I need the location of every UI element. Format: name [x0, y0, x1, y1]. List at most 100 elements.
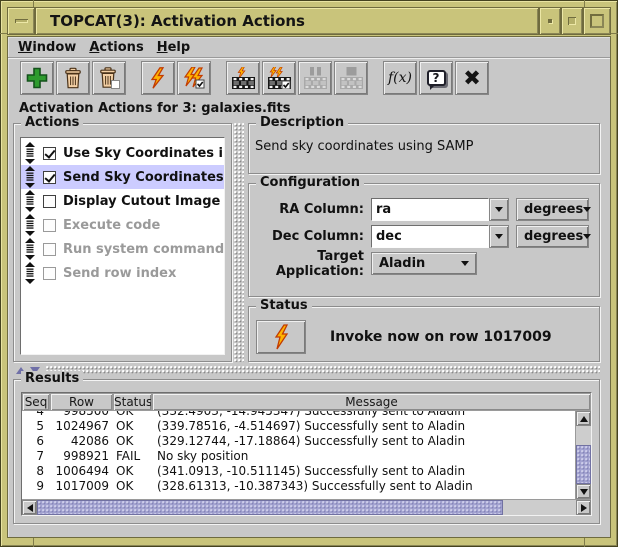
scroll-up-button[interactable] [576, 411, 591, 426]
split-divider-grip[interactable] [46, 366, 600, 374]
action-item[interactable]: Send row index [21, 261, 224, 285]
frame-notch [33, 0, 34, 7]
function-button[interactable]: f(x) [383, 61, 417, 95]
ra-column-input[interactable] [371, 198, 489, 221]
actions-panel-title: Actions [21, 115, 83, 131]
action-item[interactable]: Use Sky Coordinates in TOPCAT [21, 141, 224, 165]
vertical-scrollbar[interactable] [575, 411, 591, 499]
table-cell: No sky position [152, 449, 575, 464]
menu-actions[interactable]: Actions [89, 40, 143, 55]
table-cell: 9 [22, 479, 50, 494]
window-dot-button[interactable] [539, 7, 561, 35]
sequence-invoke-button[interactable] [226, 61, 260, 95]
table-row[interactable]: 4998500OK(332.4903, -14.945347) Successf… [22, 411, 575, 419]
table-cell: (332.4903, -14.945347) Successfully sent… [152, 411, 575, 419]
action-checkbox[interactable] [43, 195, 56, 208]
title-bar[interactable]: TOPCAT(3): Activation Actions [7, 7, 611, 35]
drag-handle-icon[interactable] [24, 262, 36, 284]
drag-handle-icon[interactable] [24, 142, 36, 164]
table-row[interactable]: 81006494OK(341.0913, -10.511145) Success… [22, 464, 575, 479]
frame-notch [33, 538, 34, 547]
action-label: Send row index [63, 266, 176, 281]
action-item[interactable]: Send Sky Coordinates [21, 165, 224, 189]
lightning-icon [147, 67, 169, 89]
film-stop-icon [340, 67, 363, 89]
table-row[interactable]: 642086OK(329.12744, -17.18864) Successfu… [22, 434, 575, 449]
scroll-right-button[interactable] [576, 500, 591, 515]
invoke-all-actions-button[interactable] [177, 61, 211, 95]
double-lightning-check-icon [183, 67, 205, 89]
chevron-down-icon [495, 207, 503, 212]
horizontal-scroll-thumb[interactable] [37, 500, 503, 515]
action-checkbox[interactable] [43, 171, 56, 184]
action-checkbox[interactable] [43, 219, 56, 232]
drag-handle-icon[interactable] [24, 166, 36, 188]
menu-help[interactable]: Help [157, 40, 190, 55]
table-cell: 1006494 [50, 464, 113, 479]
minimize-dash-icon [15, 19, 28, 23]
table-cell: (339.78516, -4.514697) Successfully sent… [152, 419, 575, 434]
vertical-scroll-thumb[interactable] [576, 445, 591, 484]
lightning-icon [273, 324, 290, 351]
table-row[interactable]: 51024967OK(339.78516, -4.514697) Success… [22, 419, 575, 434]
target-application-value: Aladin [379, 256, 425, 271]
ra-column-dropdown-button[interactable] [489, 198, 509, 221]
arrow-down-icon [580, 489, 588, 495]
table-row[interactable]: 91017009OK(328.61313, -10.387343) Succes… [22, 479, 575, 494]
target-application-select[interactable]: Aladin [371, 252, 477, 275]
table-cell: 42086 [50, 434, 113, 449]
dec-column-input[interactable] [371, 225, 489, 248]
ra-units-value: degrees [524, 202, 583, 217]
plus-icon [26, 67, 48, 89]
configuration-panel-title: Configuration [256, 175, 364, 191]
remove-action-button[interactable] [56, 61, 90, 95]
table-cell: (328.61313, -10.387343) Successfully sen… [152, 479, 575, 494]
column-header-message[interactable]: Message [152, 393, 591, 411]
table-cell: 998921 [50, 449, 113, 464]
window-restore-button[interactable] [561, 7, 583, 35]
status-panel: Status Invoke now on row 1017009 [248, 306, 600, 362]
scroll-left-button[interactable] [22, 500, 37, 515]
actions-panel: Actions Use Sky Coordinates in TOPCATSen… [13, 123, 232, 362]
table-cell: 1024967 [50, 419, 113, 434]
menu-window[interactable]: Window [18, 40, 76, 55]
remove-all-actions-button[interactable] [92, 61, 126, 95]
close-x-icon: ✖ [463, 68, 481, 89]
sequence-invoke-all-button[interactable] [262, 61, 296, 95]
add-action-button[interactable] [20, 61, 54, 95]
action-checkbox[interactable] [43, 267, 56, 280]
column-header-status[interactable]: Status [113, 393, 152, 411]
table-cell: FAIL [113, 449, 152, 464]
minimize-button[interactable] [7, 7, 35, 35]
drag-handle-icon[interactable] [24, 238, 36, 260]
ra-units-select[interactable]: degrees [516, 198, 589, 221]
invoke-action-button[interactable] [141, 61, 175, 95]
action-item[interactable]: Execute code [21, 213, 224, 237]
vertical-scroll-track[interactable] [576, 426, 591, 484]
column-header-row[interactable]: Row [50, 393, 113, 411]
horizontal-scroll-track[interactable] [37, 500, 576, 515]
drag-handle-icon[interactable] [24, 190, 36, 212]
dec-units-select[interactable]: degrees [516, 225, 589, 248]
action-checkbox[interactable] [43, 243, 56, 256]
vertical-split-divider[interactable] [234, 123, 244, 362]
dec-column-dropdown-button[interactable] [489, 225, 509, 248]
action-item[interactable]: Run system command [21, 237, 224, 261]
help-bubble-icon: ? [427, 70, 446, 86]
help-button[interactable]: ? [419, 61, 453, 95]
horizontal-split-divider[interactable] [13, 365, 600, 375]
invoke-now-button[interactable] [256, 320, 306, 354]
table-row[interactable]: 7998921FAILNo sky position [22, 449, 575, 464]
action-checkbox[interactable] [43, 147, 56, 160]
maximize-button[interactable] [583, 7, 611, 35]
drag-handle-icon[interactable] [24, 214, 36, 236]
results-table-rows: 4998500OK(332.4903, -14.945347) Successf… [22, 411, 575, 494]
action-item[interactable]: Display Cutout Image [21, 189, 224, 213]
film-lightning-icon [232, 67, 255, 89]
scroll-down-button[interactable] [576, 484, 591, 499]
horizontal-scrollbar[interactable] [22, 499, 591, 515]
close-button[interactable]: ✖ [455, 61, 489, 95]
chevron-down-icon [583, 207, 591, 212]
actions-list: Use Sky Coordinates in TOPCATSend Sky Co… [20, 137, 225, 355]
column-header-seq[interactable]: Seq [22, 393, 50, 411]
